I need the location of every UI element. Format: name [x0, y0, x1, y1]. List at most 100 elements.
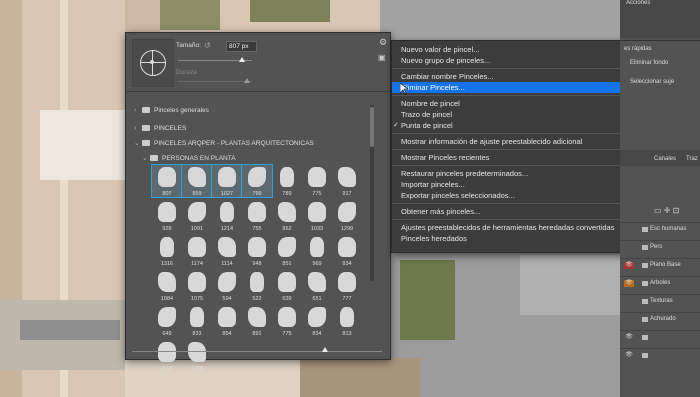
brush-tile[interactable]: 1299 — [332, 200, 362, 232]
menu-item[interactable]: Nombre de pincel — [392, 98, 656, 109]
brush-tile[interactable]: 934 — [332, 235, 362, 267]
brush-tile[interactable]: 789 — [272, 165, 302, 197]
folder-icon — [642, 335, 648, 340]
chevron-right-icon[interactable]: › — [134, 122, 142, 136]
folder-icon — [150, 155, 158, 162]
brush-tile[interactable]: 834 — [302, 305, 332, 337]
gear-icon[interactable]: ⚙ — [378, 37, 388, 47]
brush-tile[interactable]: 777 — [332, 270, 362, 302]
layer-tools-icons[interactable]: ▭ ✛ ⊡ — [654, 206, 679, 215]
brush-size-label: 799 — [252, 191, 262, 197]
hardness-slider[interactable] — [178, 81, 252, 82]
layer-row[interactable]: Texturas — [620, 294, 700, 309]
menu-item[interactable]: Obtener más pinceles... — [392, 206, 656, 217]
brush-tile[interactable]: 813 — [332, 305, 362, 337]
brush-tile[interactable]: 651 — [302, 270, 332, 302]
layer-row[interactable]: Esc humanas — [620, 222, 700, 237]
layer-row[interactable]: 👁 — [620, 330, 700, 345]
menu-item[interactable]: Importar pinceles... — [392, 179, 656, 190]
brush-tile[interactable]: 862 — [272, 200, 302, 232]
brush-tile[interactable]: 1075 — [182, 270, 212, 302]
brush-tile[interactable]: 859 — [181, 164, 213, 198]
brush-tile[interactable]: 854 — [212, 305, 242, 337]
tab-channels[interactable]: Canales — [654, 156, 676, 162]
menu-item[interactable]: ✓ Punta de pincel — [392, 120, 656, 131]
brush-tile[interactable]: 799 — [241, 164, 273, 198]
menu-item[interactable]: Nuevo grupo de pinceles... — [392, 55, 656, 66]
menu-item[interactable]: Mostrar información de ajuste preestable… — [392, 136, 656, 147]
brush-tile[interactable]: 639 — [272, 270, 302, 302]
size-input[interactable]: 807 px — [226, 41, 257, 52]
chevron-down-icon[interactable]: ⌄ — [134, 137, 142, 151]
tab-paths[interactable]: Traz — [686, 156, 698, 162]
brush-size-label: 969 — [312, 261, 322, 267]
brush-tile[interactable]: 1168 — [182, 340, 212, 372]
brush-tile[interactable]: 807 — [151, 164, 183, 198]
menu-item[interactable]: Exportar pinceles seleccionados... — [392, 190, 656, 201]
brush-tile[interactable]: 948 — [242, 235, 272, 267]
chevron-down-icon[interactable]: ⌄ — [142, 152, 150, 166]
folder-row-general[interactable]: › Pinceles generales — [134, 104, 209, 118]
brush-tile[interactable]: 833 — [182, 305, 212, 337]
brush-tile[interactable]: 775 — [302, 165, 332, 197]
reset-icon[interactable]: ↺ — [204, 41, 211, 50]
brush-tile[interactable]: 1033 — [302, 200, 332, 232]
remove-bg-button[interactable]: Eliminar fondo — [630, 60, 668, 66]
layer-row[interactable]: 👁 — [620, 348, 700, 363]
panel-corner-icon[interactable]: ▣ — [378, 53, 388, 63]
brush-tile[interactable]: 878 — [152, 340, 182, 372]
brush-tile[interactable]: 1114 — [212, 235, 242, 267]
brush-tile[interactable]: 969 — [302, 235, 332, 267]
folder-row-pinceles[interactable]: › PINCELES — [134, 122, 186, 136]
menu-item[interactable]: Restaurar pinceles predeterminados... — [392, 168, 656, 179]
menu-item[interactable]: Mostrar Pinceles recientes — [392, 152, 656, 163]
select-subject-button[interactable]: Seleccionar suje — [630, 79, 674, 85]
brush-tile[interactable]: 594 — [212, 270, 242, 302]
layer-row[interactable]: 👁 Plano Base — [620, 258, 700, 273]
menu-item[interactable]: Cambiar nombre Pinceles... — [392, 71, 656, 82]
eye-icon[interactable] — [624, 316, 634, 323]
eye-icon[interactable]: 👁 — [624, 262, 634, 269]
brush-tile[interactable]: 917 — [332, 165, 362, 197]
layer-row[interactable]: 👁 Arboles — [620, 276, 700, 291]
layer-name: Pers — [650, 244, 663, 250]
brush-tile[interactable]: 1091 — [182, 200, 212, 232]
brush-tile[interactable]: 1027 — [211, 164, 243, 198]
layer-row[interactable]: Achurado — [620, 312, 700, 327]
eye-icon[interactable] — [624, 226, 634, 233]
brush-tile[interactable]: 522 — [242, 270, 272, 302]
preview-size-slider[interactable] — [132, 351, 382, 352]
hardness-slider-thumb[interactable] — [244, 78, 250, 83]
brush-tile[interactable]: 851 — [272, 235, 302, 267]
size-slider-thumb[interactable] — [239, 57, 245, 62]
eye-icon[interactable]: 👁 — [624, 352, 634, 359]
brush-size-label: 1168 — [191, 366, 203, 372]
brush-size-label: 594 — [222, 296, 232, 302]
menu-item[interactable]: Trazo de pincel — [392, 109, 656, 120]
menu-item[interactable]: Nuevo valor de pincel... — [392, 44, 656, 55]
layer-row[interactable]: Pers — [620, 240, 700, 255]
menu-item[interactable]: Pinceles heredados — [392, 233, 656, 244]
scrollbar-thumb[interactable] — [370, 107, 374, 147]
menu-item[interactable]: Ajustes preestablecidos de herramientas … — [392, 222, 656, 233]
brush-tile[interactable]: 891 — [242, 305, 272, 337]
brush-tile[interactable]: 1174 — [182, 235, 212, 267]
brush-tile[interactable]: 649 — [152, 305, 182, 337]
eye-icon[interactable]: 👁 — [624, 280, 634, 287]
brush-tile[interactable]: 1316 — [152, 235, 182, 267]
menu-item[interactable]: Eliminar Pinceles... — [392, 82, 656, 93]
brush-tile[interactable]: 755 — [242, 200, 272, 232]
brush-size-label: 522 — [252, 296, 262, 302]
brush-tile[interactable]: 928 — [152, 200, 182, 232]
chevron-right-icon[interactable]: › — [134, 104, 142, 118]
brush-tip-preview[interactable] — [132, 39, 174, 87]
brush-tile[interactable]: 1084 — [152, 270, 182, 302]
preview-size-thumb[interactable] — [322, 347, 328, 352]
folder-row-arqper[interactable]: ⌄ PINCELES ARQPER - PLANTAS ARQUITECTONIC… — [134, 137, 314, 151]
subfolder-row-personas[interactable]: ⌄ PERSONAS EN PLANTA — [142, 152, 236, 166]
eye-icon[interactable] — [624, 298, 634, 305]
brush-tile[interactable]: 775 — [272, 305, 302, 337]
eye-icon[interactable] — [624, 244, 634, 251]
eye-icon[interactable]: 👁 — [624, 334, 634, 341]
brush-tile[interactable]: 1214 — [212, 200, 242, 232]
